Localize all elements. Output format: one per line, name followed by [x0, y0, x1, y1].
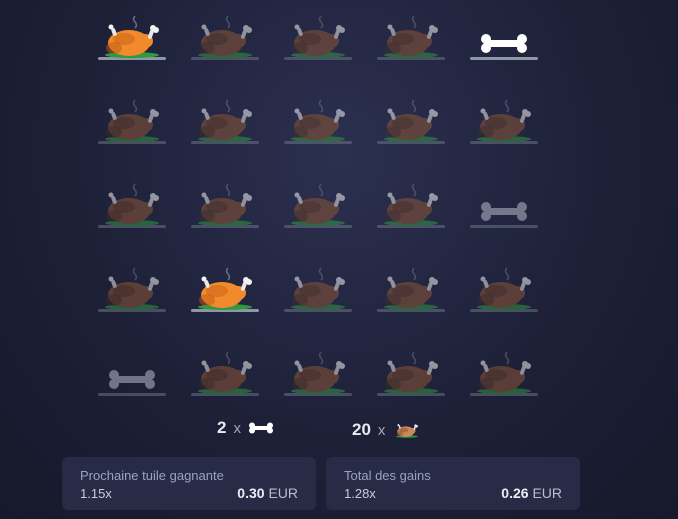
roast-turkey-icon: [98, 183, 166, 228]
tile-turkey[interactable]: [374, 262, 448, 320]
round-summary: 2 x 20 x: [0, 418, 678, 448]
roast-turkey-icon: [284, 183, 352, 228]
roast-turkey-icon: [98, 99, 166, 144]
turkeys-count: 20: [352, 420, 371, 439]
tile-turkey-revealed[interactable]: [95, 10, 169, 68]
tile-turkey[interactable]: [95, 262, 169, 320]
bone-icon: [470, 202, 538, 228]
roast-turkey-icon: [396, 424, 419, 438]
roast-turkey-icon: [191, 267, 259, 312]
next-tile-panel: Prochaine tuile gagnante 1.15x 0.30 EUR: [62, 457, 316, 510]
tile-turkey[interactable]: [374, 94, 448, 152]
bone-icon: [470, 34, 538, 60]
bone-icon: [248, 422, 273, 434]
roast-turkey-icon: [191, 183, 259, 228]
roast-turkey-icon: [284, 99, 352, 144]
game-board: [95, 10, 541, 404]
total-amount-value: 0.26: [501, 485, 529, 501]
roast-turkey-icon: [98, 267, 166, 312]
tile-turkey[interactable]: [188, 94, 262, 152]
tile-turkey[interactable]: [467, 346, 541, 404]
tile-turkey[interactable]: [374, 178, 448, 236]
tile-turkey[interactable]: [188, 10, 262, 68]
total-winnings-title: Total des gains: [344, 468, 431, 483]
tile-bone-revealed[interactable]: [467, 10, 541, 68]
tile-turkey[interactable]: [188, 346, 262, 404]
roast-turkey-icon: [191, 15, 259, 60]
bones-count: 2: [217, 418, 227, 437]
tile-turkey[interactable]: [95, 94, 169, 152]
tile-bone[interactable]: [467, 178, 541, 236]
roast-turkey-icon: [284, 267, 352, 312]
roast-turkey-icon: [470, 351, 538, 396]
roast-turkey-icon: [470, 99, 538, 144]
currency-label: EUR: [532, 485, 562, 501]
times-sign: x: [233, 419, 241, 437]
total-multiplier: 1.28x: [344, 486, 376, 501]
tile-turkey[interactable]: [188, 178, 262, 236]
bone-icon: [98, 370, 166, 396]
roast-turkey-icon: [377, 99, 445, 144]
tile-turkey[interactable]: [281, 346, 355, 404]
tile-turkey[interactable]: [281, 262, 355, 320]
tile-turkey[interactable]: [374, 346, 448, 404]
total-winnings-panel: Total des gains 1.28x 0.26 EUR: [326, 457, 580, 510]
tile-bone[interactable]: [95, 346, 169, 404]
tile-turkey-revealed[interactable]: [188, 262, 262, 320]
tile-turkey[interactable]: [467, 94, 541, 152]
tile-turkey[interactable]: [95, 178, 169, 236]
roast-turkey-icon: [284, 15, 352, 60]
currency-label: EUR: [268, 485, 298, 501]
roast-turkey-icon: [98, 15, 166, 60]
tile-turkey[interactable]: [467, 262, 541, 320]
next-tile-multiplier: 1.15x: [80, 486, 112, 501]
turkeys-summary: 20 x: [352, 418, 422, 442]
bones-summary: 2 x: [217, 418, 274, 438]
roast-turkey-icon: [377, 351, 445, 396]
tile-turkey[interactable]: [281, 10, 355, 68]
tile-turkey[interactable]: [281, 94, 355, 152]
tile-turkey[interactable]: [281, 178, 355, 236]
roast-turkey-icon: [470, 267, 538, 312]
next-tile-amount-value: 0.30: [237, 485, 265, 501]
times-sign: x: [377, 421, 386, 439]
roast-turkey-icon: [191, 351, 259, 396]
next-tile-title: Prochaine tuile gagnante: [80, 468, 224, 483]
roast-turkey-icon: [284, 351, 352, 396]
roast-turkey-icon: [191, 99, 259, 144]
tile-turkey[interactable]: [374, 10, 448, 68]
next-tile-amount: 0.30 EUR: [237, 485, 298, 501]
roast-turkey-icon: [377, 15, 445, 60]
total-amount: 0.26 EUR: [501, 485, 562, 501]
roast-turkey-icon: [377, 183, 445, 228]
roast-turkey-icon: [377, 267, 445, 312]
